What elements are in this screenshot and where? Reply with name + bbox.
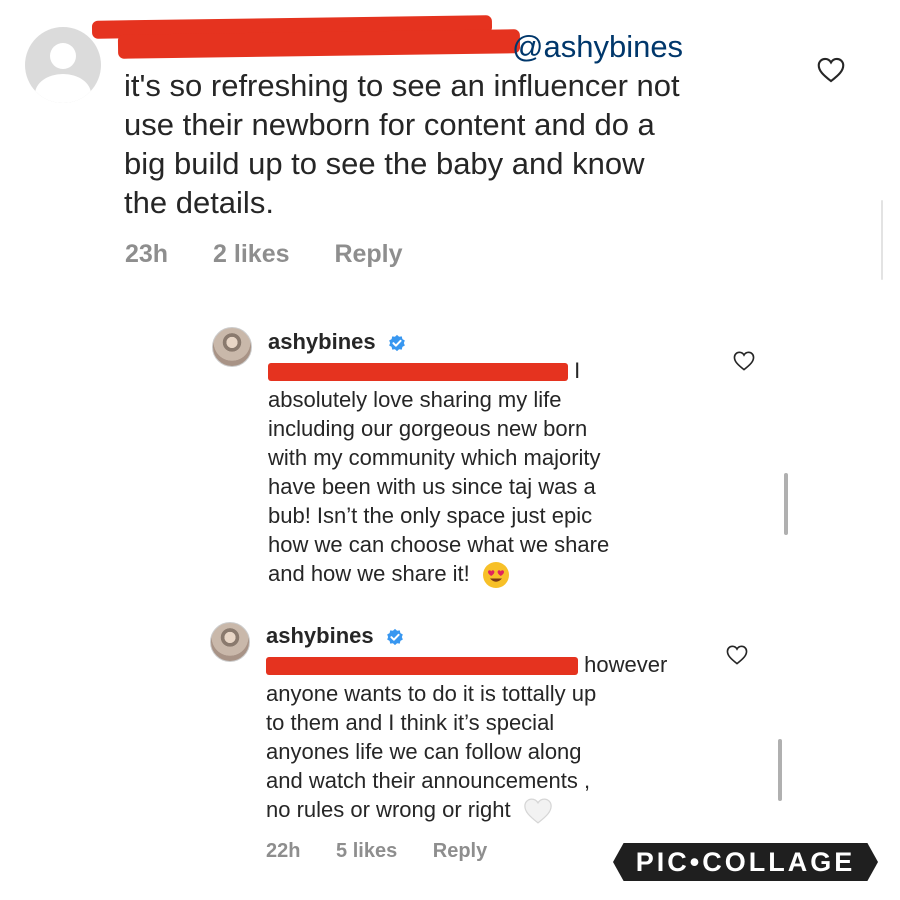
verified-badge-icon [388, 335, 405, 352]
reply-button[interactable]: Reply [334, 240, 402, 268]
comment-text-line: it's so refreshing to see an influencer … [124, 68, 680, 103]
heart-eyes-emoji [482, 562, 509, 589]
commenter-avatar[interactable] [25, 27, 101, 103]
heart-outline-icon[interactable] [726, 645, 748, 665]
username[interactable]: ashybines [268, 329, 376, 354]
reply-button[interactable]: Reply [433, 840, 487, 862]
reply-text-line: including our gorgeous new born [268, 416, 588, 441]
reply-text-line: anyones life we can follow along [266, 739, 582, 764]
white-heart-emoji [523, 798, 552, 824]
reply-meta: 22h 5 likes Reply [266, 840, 525, 863]
reply-text-line: with my community which majority [268, 445, 601, 470]
reply-text-line: have been with us since taj was a [268, 474, 596, 499]
divider-line [881, 200, 883, 280]
avatar[interactable] [212, 327, 252, 367]
scrollbar[interactable] [778, 739, 782, 801]
heart-outline-icon[interactable] [733, 351, 755, 371]
reply-text-line: I [574, 358, 581, 383]
reply-text-line: to them and I think it’s special [266, 710, 555, 735]
comment-text-line: big build up to see the baby and know [124, 146, 645, 181]
reply-text-line: and watch their announcements , [266, 768, 591, 793]
reply-text-line: how we can choose what we share [268, 532, 610, 557]
reply-text-line: however [584, 652, 668, 677]
heart-outline-icon[interactable] [817, 57, 845, 83]
verified-badge-icon [386, 629, 403, 646]
pic-collage-watermark: PIC•COLLAGE [613, 843, 878, 881]
avatar[interactable] [210, 622, 250, 662]
reply-text-line: absolutely love sharing my life [268, 387, 562, 412]
redacted-mention [268, 363, 568, 382]
reply-text-line: anyone wants to do it is tottally up [266, 681, 597, 706]
mention-link[interactable]: @ashybines [512, 29, 683, 64]
reply-text-line: no rules or wrong or right [266, 797, 511, 822]
username[interactable]: ashybines [266, 623, 374, 648]
likes-count[interactable]: 5 likes [336, 840, 397, 862]
comment-text-line: the details. [124, 185, 274, 220]
comment-meta: 23h 2 likes Reply [125, 240, 441, 269]
comment-text-line: use their newborn for content and do a [124, 107, 655, 142]
reply-text-line: bub! Isn’t the only space just epic [268, 503, 593, 528]
timestamp: 23h [125, 240, 169, 268]
redacted-mention [266, 657, 578, 676]
scrollbar[interactable] [784, 473, 788, 535]
likes-count[interactable]: 2 likes [213, 240, 289, 268]
reply-text-line: and how we share it! [268, 561, 470, 586]
timestamp: 22h [266, 840, 301, 862]
